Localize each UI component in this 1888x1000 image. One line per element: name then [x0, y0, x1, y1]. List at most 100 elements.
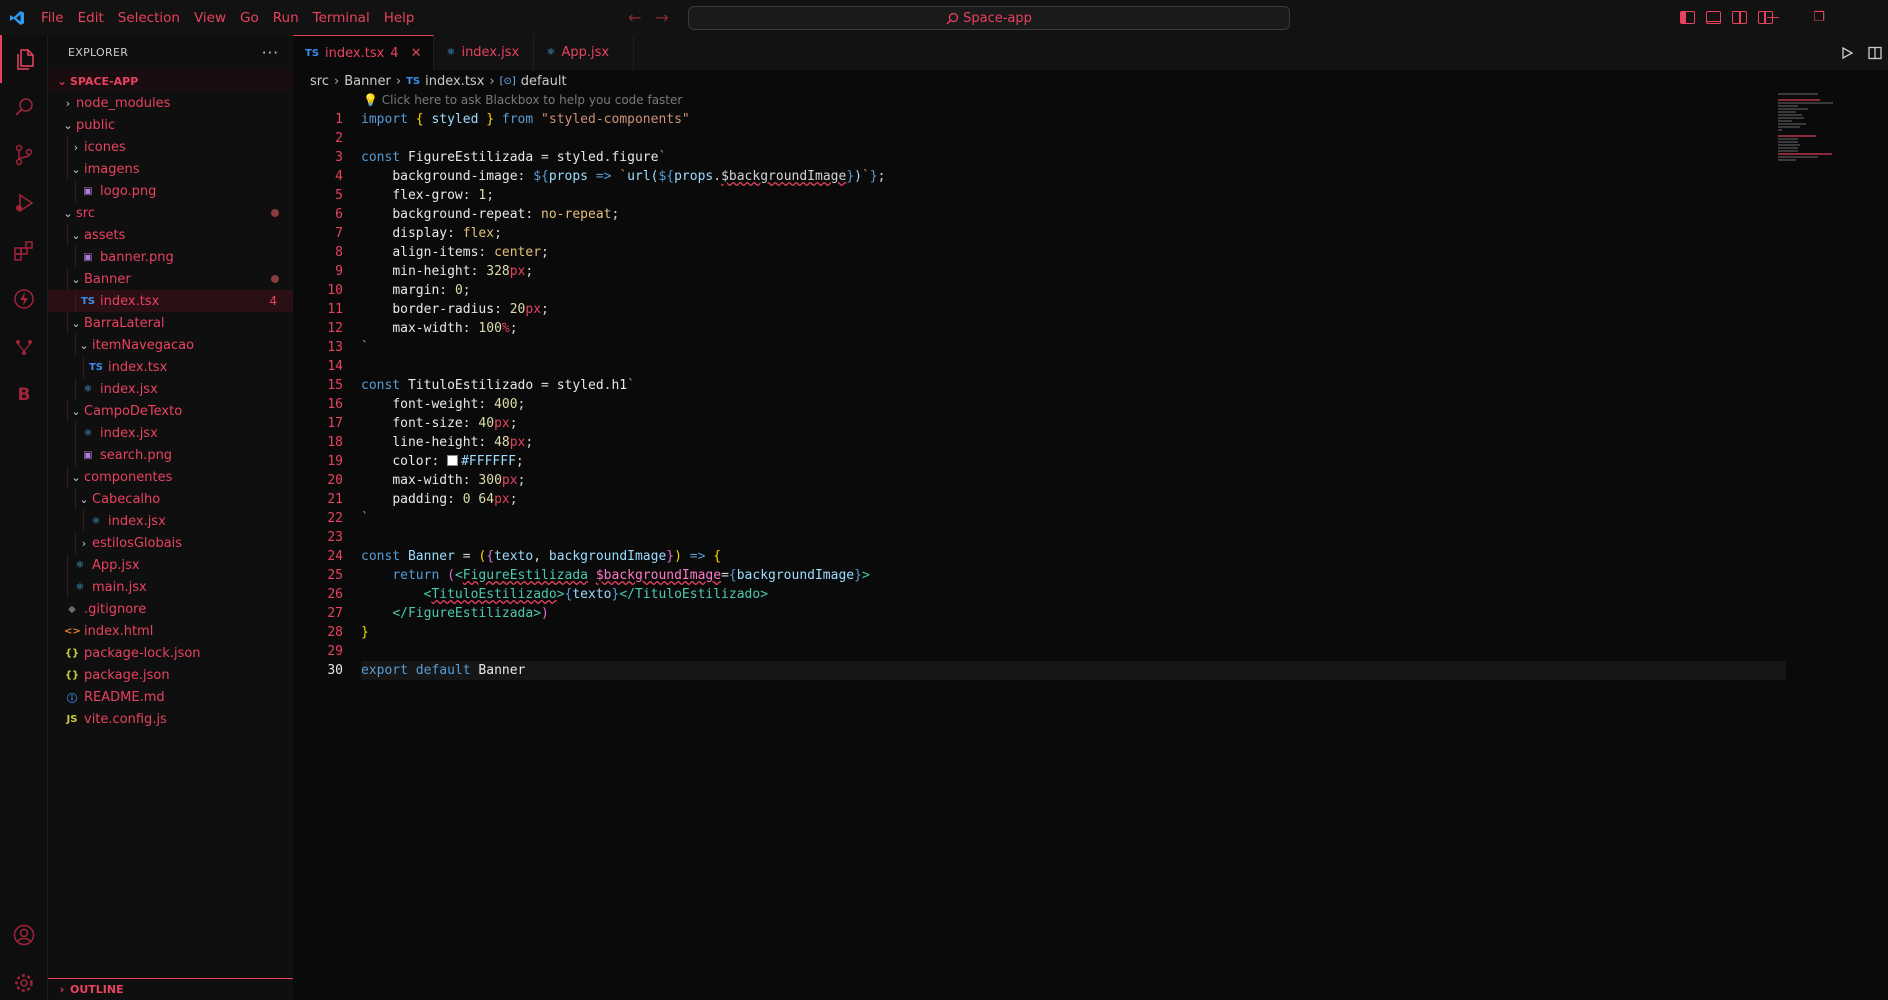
tree-item-label: icones	[84, 139, 126, 155]
code-line-current: export default Banner	[361, 661, 1786, 680]
file-item[interactable]: ⚛ index.jsx	[48, 378, 293, 400]
folder-item[interactable]: ⌄ CampoDeTexto	[48, 400, 293, 422]
breadcrumb-item[interactable]: default	[521, 74, 567, 89]
editor-tab[interactable]: ⚛ index.jsx	[434, 35, 535, 70]
workspace-folder-header[interactable]: ⌄ SPACE-APP	[48, 70, 293, 92]
minimize-icon[interactable]: —	[1750, 0, 1796, 35]
restore-icon[interactable]: ❐	[1796, 0, 1842, 35]
tree-item-label: index.jsx	[100, 425, 158, 441]
file-item[interactable]: ⚛ index.jsx	[48, 422, 293, 444]
folder-item[interactable]: ⌄ imagens	[48, 158, 293, 180]
folder-item[interactable]: › node_modules	[48, 92, 293, 114]
folder-item[interactable]: ⌄ BarraLateral	[48, 312, 293, 334]
file-item[interactable]: ▣ search.png	[48, 444, 293, 466]
file-item[interactable]: {} package.json	[48, 664, 293, 686]
settings-gear-icon[interactable]	[0, 959, 48, 1000]
breadcrumb-item[interactable]: src	[310, 74, 329, 89]
editor-tab[interactable]: ⚛ App.jsx	[534, 35, 635, 70]
file-item[interactable]: ▣ logo.png	[48, 180, 293, 202]
toggle-secondary-sidebar-icon[interactable]	[1732, 11, 1747, 24]
minimap[interactable]	[1778, 93, 1868, 173]
file-item[interactable]: ▣ banner.png	[48, 246, 293, 268]
menu-item-view[interactable]: View	[187, 6, 233, 30]
back-arrow-icon[interactable]: ←	[628, 8, 641, 27]
editor-tab[interactable]: TS index.tsx 4 ✕	[293, 35, 435, 70]
file-item[interactable]: ⚛ App.jsx	[48, 554, 293, 576]
file-item[interactable]: TS index.tsx	[48, 356, 293, 378]
file-item[interactable]: <> index.html	[48, 620, 293, 642]
react-file-icon: ⚛	[546, 47, 556, 58]
menu-item-selection[interactable]: Selection	[111, 6, 187, 30]
line-number: 20	[327, 473, 343, 488]
menu-item-terminal[interactable]: Terminal	[306, 6, 377, 30]
menu-item-help[interactable]: Help	[377, 6, 422, 30]
more-actions-icon[interactable]: ···	[262, 44, 279, 62]
forward-arrow-icon[interactable]: →	[655, 8, 668, 27]
menu-item-edit[interactable]: Edit	[71, 6, 111, 30]
tree-item-label: index.html	[84, 623, 154, 639]
line-number: 27	[327, 606, 343, 621]
close-tab-icon[interactable]: ✕	[411, 46, 422, 61]
blackbox-icon[interactable]: B	[0, 371, 48, 419]
file-item[interactable]: ◆ .gitignore	[48, 598, 293, 620]
ts-file-icon: TS	[80, 295, 96, 307]
react-file-icon: ⚛	[75, 581, 85, 593]
command-center-search[interactable]: Space-app	[688, 6, 1290, 30]
toggle-primary-sidebar-icon[interactable]	[1680, 11, 1695, 24]
tree-item-label: index.tsx	[108, 359, 168, 375]
file-item[interactable]: ⚛ index.jsx	[48, 510, 293, 532]
color-swatch[interactable]	[447, 455, 459, 466]
folder-item[interactable]: ⌄ assets	[48, 224, 293, 246]
folder-item[interactable]: ⌄ Cabecalho	[48, 488, 293, 510]
folder-item[interactable]: ⌄ componentes	[48, 466, 293, 488]
file-item[interactable]: ⚛ main.jsx	[48, 576, 293, 598]
file-item[interactable]: {} package-lock.json	[48, 642, 293, 664]
breadcrumb-item[interactable]: index.tsx	[425, 74, 484, 89]
thunder-client-icon[interactable]	[0, 275, 48, 323]
run-code-icon[interactable]	[1840, 46, 1854, 60]
search-icon[interactable]	[0, 83, 48, 131]
close-window-icon[interactable]	[1842, 0, 1888, 35]
tree-item-label: estilosGlobais	[92, 535, 183, 551]
img-file-icon: ▣	[83, 185, 93, 197]
json-file-icon: {}	[64, 647, 80, 659]
remote-explorer-icon[interactable]	[0, 323, 48, 371]
tree-item-label: logo.png	[100, 183, 157, 199]
line-number: 11	[327, 302, 343, 317]
folder-item[interactable]: › icones	[48, 136, 293, 158]
chevron-down-icon: ⌄	[57, 74, 67, 88]
folder-item[interactable]: ⌄ itemNavegacao	[48, 334, 293, 356]
react-file-icon: ⚛	[83, 383, 93, 395]
accounts-icon[interactable]	[0, 911, 48, 959]
source-control-icon[interactable]	[0, 131, 48, 179]
split-editor-icon[interactable]	[1868, 46, 1882, 60]
file-item[interactable]: JS vite.config.js	[48, 708, 293, 730]
chevron-down-icon: ⌄	[79, 338, 89, 352]
line-number: 25	[327, 568, 343, 583]
line-number: 7	[335, 226, 343, 241]
code-content[interactable]: import { styled } from "styled-component…	[361, 110, 1786, 680]
line-number: 30	[327, 663, 343, 678]
outline-section-header[interactable]: › OUTLINE	[48, 978, 293, 1000]
menu-item-file[interactable]: File	[34, 6, 71, 30]
file-item[interactable]: TS index.tsx 4	[48, 290, 293, 312]
blackbox-codelens[interactable]: 💡 Click here to ask Blackbox to help you…	[363, 93, 682, 107]
folder-item[interactable]: ⌄ Banner	[48, 268, 293, 290]
chevron-down-icon: ⌄	[71, 162, 81, 176]
explorer-icon[interactable]	[0, 35, 48, 83]
extensions-icon[interactable]	[0, 227, 48, 275]
file-item[interactable]: ⓘ README.md	[48, 686, 293, 708]
run-debug-icon[interactable]	[0, 179, 48, 227]
chevron-down-icon: ⌄	[79, 492, 89, 506]
folder-item[interactable]: › estilosGlobais	[48, 532, 293, 554]
menu-item-run[interactable]: Run	[266, 6, 306, 30]
toggle-panel-icon[interactable]	[1706, 11, 1721, 24]
breadcrumb-item[interactable]: Banner	[344, 74, 391, 89]
react-file-icon: ⚛	[75, 559, 85, 571]
menu-item-go[interactable]: Go	[233, 6, 266, 30]
folder-item[interactable]: ⌄ src	[48, 202, 293, 224]
code-line: max-width: 100%;	[392, 321, 518, 336]
tree-item-label: Cabecalho	[92, 491, 161, 507]
folder-item[interactable]: ⌄ public	[48, 114, 293, 136]
code-line: display: flex;	[392, 226, 502, 241]
